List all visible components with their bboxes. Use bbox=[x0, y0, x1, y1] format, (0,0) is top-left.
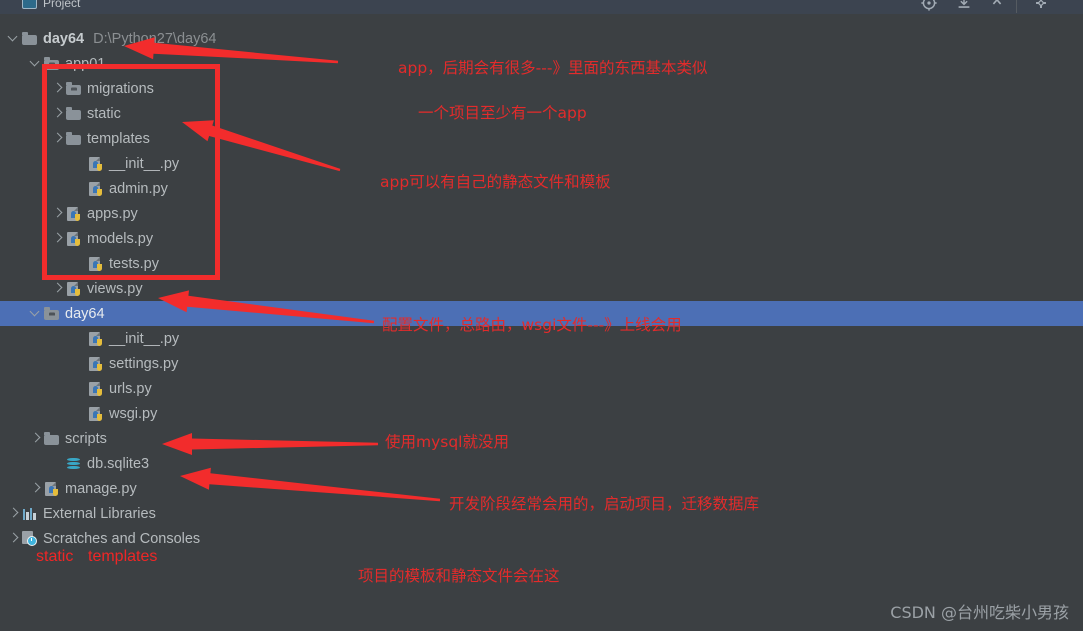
chevron-right-icon[interactable] bbox=[30, 483, 41, 494]
tree-row-label: wsgi.py bbox=[109, 405, 158, 422]
tree-row-label: views.py bbox=[87, 280, 143, 297]
tree-row-label: templates bbox=[87, 130, 150, 147]
tree-row-scripts[interactable]: scripts bbox=[0, 426, 1083, 451]
tree-row-settings-py[interactable]: settings.py bbox=[0, 351, 1083, 376]
chevron-right-icon[interactable] bbox=[52, 108, 63, 119]
tree-row--init-py[interactable]: __init__.py bbox=[0, 151, 1083, 176]
tree-row-label: day64 bbox=[65, 305, 105, 322]
tree-row-db-sqlite3[interactable]: db.sqlite3 bbox=[0, 451, 1083, 476]
tree-row-label: scripts bbox=[65, 430, 107, 447]
chevron-right-icon[interactable] bbox=[52, 233, 63, 244]
tree-toggle-spacer bbox=[74, 183, 85, 194]
csdn-watermark: CSDN @台州吃柴小男孩 bbox=[890, 603, 1069, 622]
tree-row-label: External Libraries bbox=[43, 505, 156, 522]
tree-row-views-py[interactable]: views.py bbox=[0, 276, 1083, 301]
tree-row-label: db.sqlite3 bbox=[87, 455, 150, 472]
tree-row-external-libraries[interactable]: External Libraries bbox=[0, 501, 1083, 526]
tree-row-label: app01 bbox=[65, 55, 106, 72]
chevron-down-icon[interactable] bbox=[30, 308, 41, 319]
folder-icon bbox=[66, 106, 82, 122]
module-folder-icon bbox=[44, 306, 60, 322]
tree-row-label: urls.py bbox=[109, 380, 152, 397]
tree-row-migrations[interactable]: migrations bbox=[0, 76, 1083, 101]
tool-window-header: Project bbox=[0, 0, 1083, 15]
tree-row-path: D:\Python27\day64 bbox=[93, 30, 217, 47]
project-tree[interactable]: day64 D:\Python27\day64 app01 migrations sta… bbox=[0, 14, 1083, 631]
tree-row-label: apps.py bbox=[87, 205, 138, 222]
tool-window-title: Project bbox=[43, 0, 81, 10]
chevron-right-icon[interactable] bbox=[52, 133, 63, 144]
tree-toggle-spacer bbox=[74, 408, 85, 419]
screenshot-root: Project day64 D:\Python27\day64 app01 migra… bbox=[0, 0, 1083, 631]
python-file-icon bbox=[44, 481, 60, 497]
chevron-right-icon[interactable] bbox=[52, 83, 63, 94]
tree-row-templates[interactable]: templates bbox=[0, 126, 1083, 151]
folder-icon bbox=[66, 131, 82, 147]
project-tool-window-icon bbox=[22, 0, 37, 9]
python-file-icon bbox=[88, 381, 104, 397]
tree-row-apps-py[interactable]: apps.py bbox=[0, 201, 1083, 226]
tree-row-scratches-and-consoles[interactable]: Scratches and Consoles bbox=[0, 526, 1083, 551]
tree-row-label: manage.py bbox=[65, 480, 137, 497]
chevron-down-icon[interactable] bbox=[30, 58, 41, 69]
toolbar-separator bbox=[1016, 0, 1017, 13]
python-file-icon bbox=[66, 281, 82, 297]
python-file-icon bbox=[88, 256, 104, 272]
python-file-icon bbox=[66, 206, 82, 222]
tree-row-admin-py[interactable]: admin.py bbox=[0, 176, 1083, 201]
tree-row-static[interactable]: static bbox=[0, 101, 1083, 126]
python-file-icon bbox=[88, 156, 104, 172]
python-file-icon bbox=[88, 181, 104, 197]
tree-row-wsgi-py[interactable]: wsgi.py bbox=[0, 401, 1083, 426]
module-folder-icon bbox=[66, 81, 82, 97]
external-libraries-icon bbox=[22, 506, 38, 522]
tree-row-label: day64 bbox=[43, 30, 85, 47]
tree-row-manage-py[interactable]: manage.py bbox=[0, 476, 1083, 501]
folder-icon bbox=[22, 31, 38, 47]
module-folder-icon bbox=[44, 56, 60, 72]
tree-toggle-spacer bbox=[74, 333, 85, 344]
tree-toggle-spacer bbox=[74, 358, 85, 369]
tree-row-label: __init__.py bbox=[109, 155, 180, 172]
scratches-icon bbox=[22, 530, 38, 547]
tree-row-label: __init__.py bbox=[109, 330, 180, 347]
tree-row-label: settings.py bbox=[109, 355, 179, 372]
tree-row-app01[interactable]: app01 bbox=[0, 51, 1083, 76]
tree-toggle-spacer bbox=[74, 258, 85, 269]
tree-row-day64[interactable]: day64 D:\Python27\day64 bbox=[0, 26, 1083, 51]
tree-row-label: static bbox=[87, 105, 121, 122]
tree-row-tests-py[interactable]: tests.py bbox=[0, 251, 1083, 276]
chevron-right-icon[interactable] bbox=[8, 508, 19, 519]
settings-icon[interactable] bbox=[1032, 0, 1050, 12]
database-file-icon bbox=[66, 456, 82, 472]
python-file-icon bbox=[66, 231, 82, 247]
chevron-down-icon[interactable] bbox=[8, 33, 19, 44]
tree-row-label: migrations bbox=[87, 80, 154, 97]
chevron-right-icon[interactable] bbox=[52, 283, 63, 294]
locate-icon[interactable] bbox=[920, 0, 938, 12]
chevron-right-icon[interactable] bbox=[8, 533, 19, 544]
tree-toggle-spacer bbox=[52, 458, 63, 469]
python-file-icon bbox=[88, 406, 104, 422]
folder-icon bbox=[44, 431, 60, 447]
tree-toggle-spacer bbox=[74, 383, 85, 394]
chevron-right-icon[interactable] bbox=[30, 433, 41, 444]
tree-row-day64[interactable]: day64 bbox=[0, 301, 1083, 326]
tree-row-label: Scratches and Consoles bbox=[43, 530, 201, 547]
chevron-right-icon[interactable] bbox=[52, 208, 63, 219]
python-file-icon bbox=[88, 356, 104, 372]
tree-row-models-py[interactable]: models.py bbox=[0, 226, 1083, 251]
tree-row-label: admin.py bbox=[109, 180, 168, 197]
collapse-all-icon[interactable] bbox=[955, 0, 973, 12]
python-file-icon bbox=[88, 331, 104, 347]
expand-icon[interactable] bbox=[988, 0, 1006, 12]
tree-row-label: tests.py bbox=[109, 255, 159, 272]
tree-row-urls-py[interactable]: urls.py bbox=[0, 376, 1083, 401]
tree-row-label: models.py bbox=[87, 230, 154, 247]
tree-row--init-py[interactable]: __init__.py bbox=[0, 326, 1083, 351]
tree-toggle-spacer bbox=[74, 158, 85, 169]
